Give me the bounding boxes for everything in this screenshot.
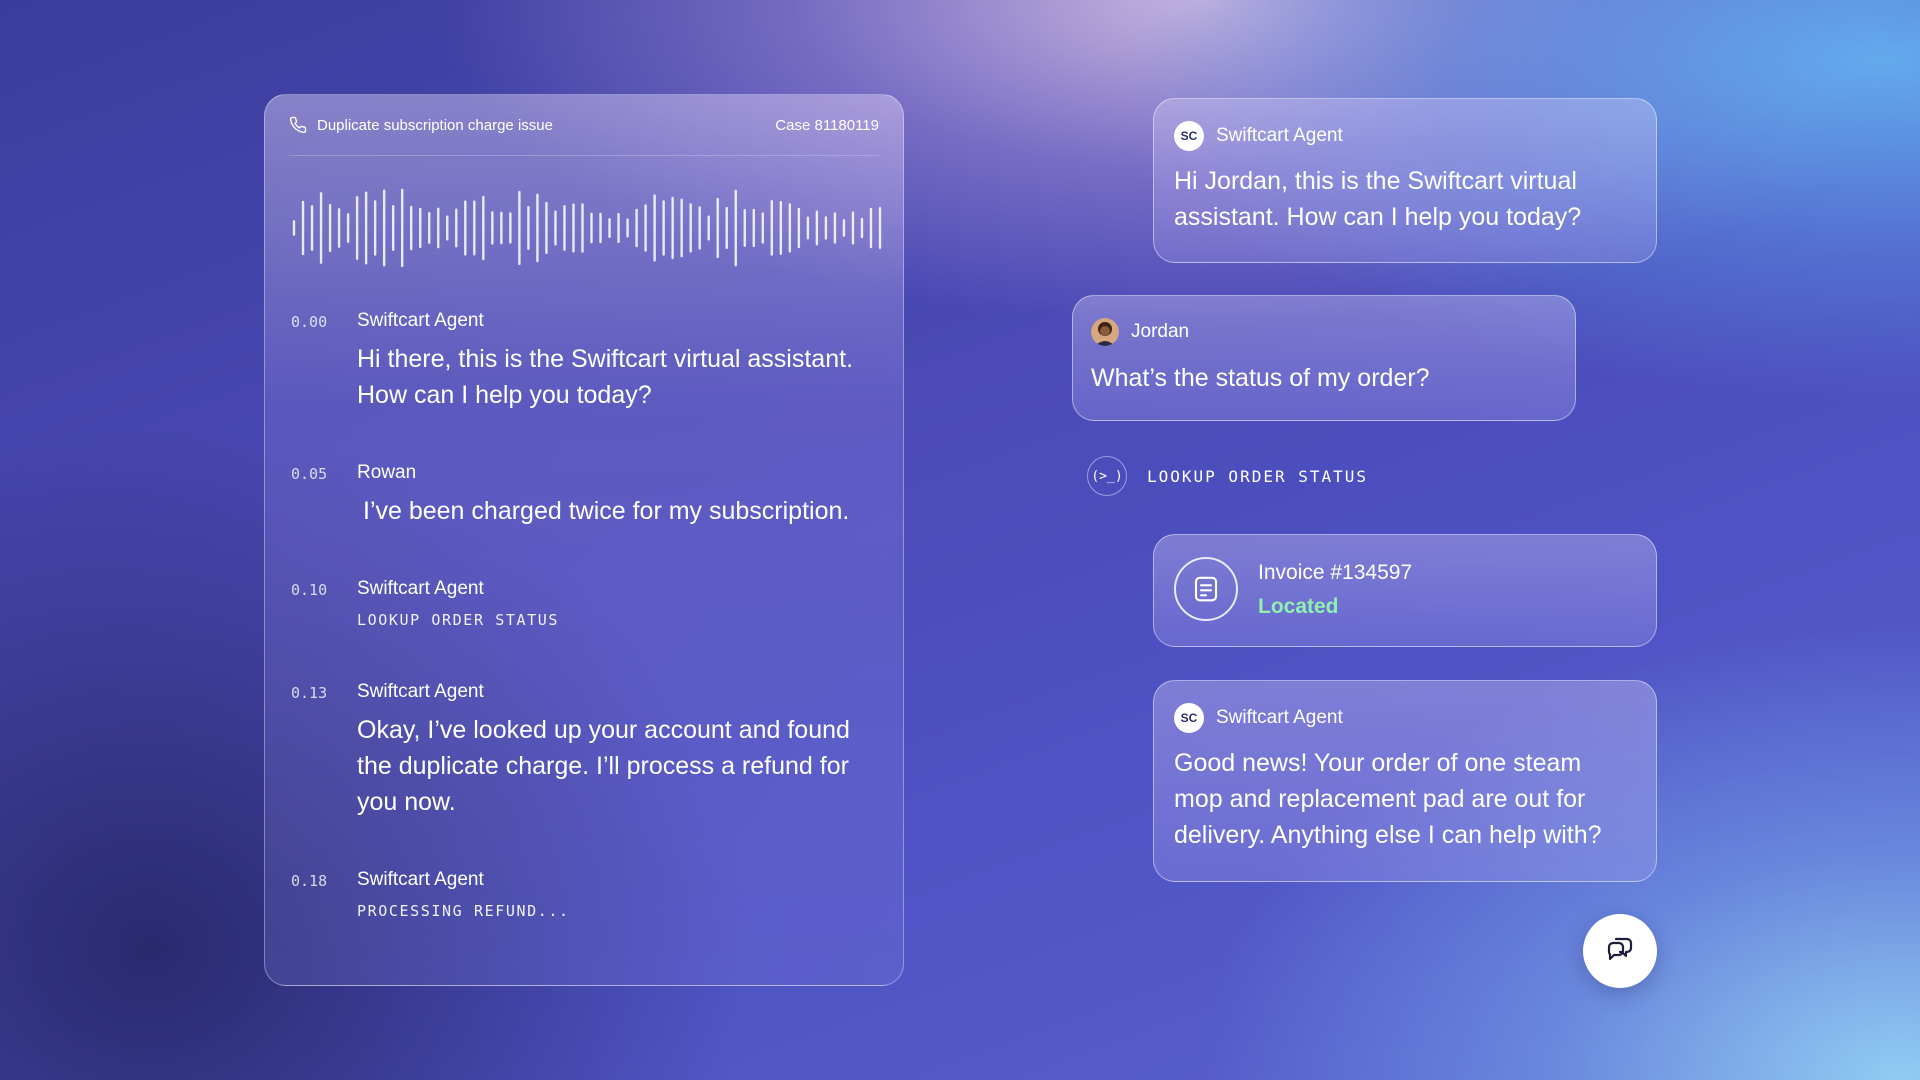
transcript-entry: 0.13 Swiftcart Agent Okay, I’ve looked u… [291,680,879,820]
action-label: PROCESSING REFUND... [357,902,570,920]
transcript-entry: 0.05 Rowan I’ve been charged twice for m… [291,461,879,529]
speaker-name: Swiftcart Agent [357,578,484,599]
user-avatar [1091,318,1119,346]
action-label: LOOKUP ORDER STATUS [357,611,559,629]
agent-message-card: SC Swiftcart Agent Good news! Your order… [1153,680,1657,882]
speaker-name: Swiftcart Agent [357,681,484,702]
invoice-card: Invoice #134597 Located [1153,534,1657,647]
message-text: What’s the status of my order? [1091,364,1430,392]
timestamp: 0.00 [291,313,328,331]
chat-bubbles-icon [1604,933,1636,970]
phone-icon [289,116,307,134]
transcript-entry: 0.10 Swiftcart Agent LOOKUP ORDER STATUS [291,577,879,629]
tool-call-row: (>_) LOOKUP ORDER STATUS [1087,456,1368,496]
agent-message-card: SC Swiftcart Agent Hi Jordan, this is th… [1153,98,1657,263]
agent-avatar: SC [1174,121,1204,151]
invoice-title: Invoice #134597 [1258,561,1413,584]
message-text: Good news! Your order of one steam mop a… [1174,749,1602,849]
document-icon [1174,557,1238,621]
tool-call-label: LOOKUP ORDER STATUS [1147,466,1369,486]
speaker-name: Swiftcart Agent [357,310,484,331]
timestamp: 0.10 [291,581,328,599]
transcript-header: Duplicate subscription charge issue Case… [289,95,879,156]
transcript-title: Duplicate subscription charge issue [317,116,553,134]
audio-waveform [292,188,882,268]
transcript-entry: 0.18 Swiftcart Agent PROCESSING REFUND..… [291,868,879,920]
sender-name: Swiftcart Agent [1216,707,1343,728]
timestamp: 0.18 [291,872,328,890]
agent-avatar: SC [1174,703,1204,733]
sender-name: Swiftcart Agent [1216,125,1343,146]
transcript-entry: 0.00 Swiftcart Agent Hi there, this is t… [291,309,879,413]
timestamp: 0.05 [291,465,328,483]
message-text: Hi Jordan, this is the Swiftcart virtual… [1174,167,1582,231]
timestamp: 0.13 [291,684,328,702]
message-text: Hi there, this is the Swiftcart virtual … [357,345,854,409]
invoice-status: Located [1258,595,1339,618]
call-transcript-panel: Duplicate subscription charge issue Case… [264,94,904,986]
speaker-name: Swiftcart Agent [357,869,484,890]
user-message-card: Jordan What’s the status of my order? [1072,295,1576,421]
chat-launcher-button[interactable] [1583,914,1657,988]
case-number: Case 81180119 [775,116,879,134]
sender-name: Jordan [1131,321,1190,342]
terminal-icon: (>_) [1087,456,1127,496]
message-text: I’ve been charged twice for my subscript… [363,497,850,525]
message-text: Okay, I’ve looked up your account and fo… [357,716,850,816]
speaker-name: Rowan [357,462,417,483]
